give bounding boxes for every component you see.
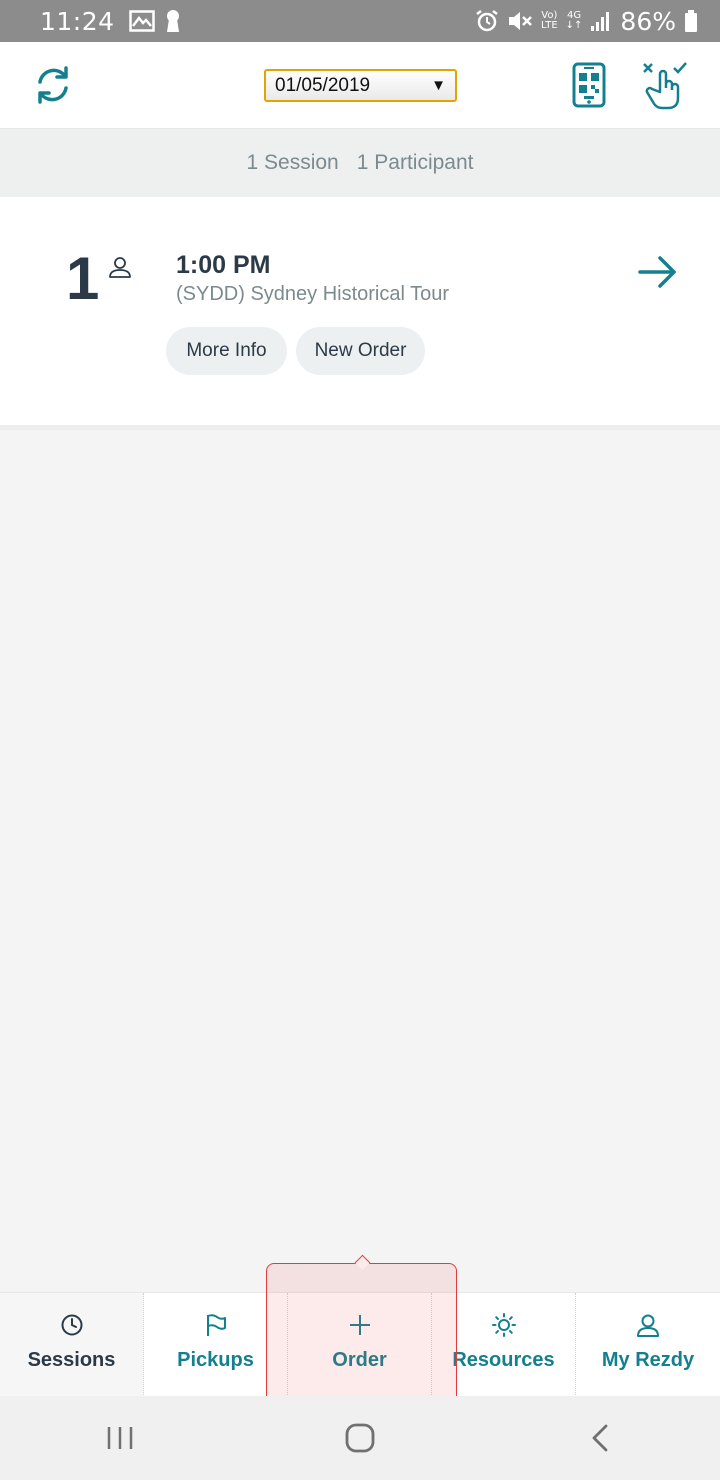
tab-resources-label: Resources xyxy=(452,1349,555,1371)
app-header: 01/05/2019 ▼ xyxy=(0,42,720,129)
participant-count: 1 xyxy=(66,245,100,312)
system-nav-bar xyxy=(0,1396,720,1480)
new-order-button[interactable]: New Order xyxy=(296,327,425,375)
tab-my-rezdy-label: My Rezdy xyxy=(601,1349,695,1371)
status-time: 11:24 xyxy=(40,6,115,36)
user-icon xyxy=(637,1314,659,1337)
home-button[interactable] xyxy=(330,1413,390,1463)
participant-count-summary: 1 Participant xyxy=(356,151,474,174)
bottom-tab-bar: Sessions Pickups Order Resources My Rezd… xyxy=(0,1292,720,1397)
arrow-right-icon[interactable] xyxy=(638,255,678,289)
keyhole-icon xyxy=(166,10,179,32)
back-icon xyxy=(592,1424,608,1452)
session-card[interactable]: 1 1:00 PM (SYDD) Sydney Historical Tour … xyxy=(0,197,720,430)
tab-pickups[interactable]: Pickups xyxy=(144,1293,288,1397)
tab-sessions[interactable]: Sessions xyxy=(0,1293,144,1397)
alarm-icon xyxy=(476,10,498,32)
tab-resources[interactable]: Resources xyxy=(432,1293,576,1397)
status-bar: 11:24 Vo) LTE 4G ↓↑ 86% xyxy=(0,0,720,42)
more-info-button[interactable]: More Info xyxy=(166,327,287,375)
tab-my-rezdy[interactable]: My Rezdy xyxy=(576,1293,720,1397)
clock-icon xyxy=(61,1314,82,1336)
sun-icon xyxy=(491,1313,516,1337)
mute-icon xyxy=(509,12,532,30)
date-select[interactable]: 01/05/2019 ▼ xyxy=(264,69,457,102)
back-button[interactable] xyxy=(570,1413,630,1463)
refresh-icon[interactable] xyxy=(32,64,74,106)
battery-icon xyxy=(685,10,697,32)
network-type-indicator: 4G ↓↑ xyxy=(565,10,583,31)
tab-order[interactable]: Order xyxy=(288,1293,432,1397)
session-count-summary: 1 Session xyxy=(246,151,339,174)
recent-apps-icon xyxy=(107,1427,133,1449)
tab-order-label: Order xyxy=(332,1349,387,1371)
scan-ticket-icon[interactable] xyxy=(572,62,606,108)
gallery-icon xyxy=(128,10,155,32)
session-time: 1:00 PM xyxy=(176,251,271,279)
volte-indicator: Vo) LTE xyxy=(541,10,558,31)
date-value: 01/05/2019 xyxy=(275,74,371,96)
tab-sessions-label: Sessions xyxy=(27,1349,116,1371)
tab-pickups-label: Pickups xyxy=(177,1349,254,1371)
recent-apps-button[interactable] xyxy=(90,1413,150,1463)
session-summary: 1 Session 1 Participant xyxy=(0,129,720,197)
signal-icon xyxy=(591,12,610,31)
check-in-hand-icon[interactable] xyxy=(640,60,688,110)
home-icon xyxy=(345,1423,375,1453)
plus-icon xyxy=(349,1315,370,1335)
flag-icon xyxy=(206,1314,226,1336)
session-product-name: (SYDD) Sydney Historical Tour xyxy=(176,283,450,305)
person-icon xyxy=(109,257,131,278)
battery-percent: 86% xyxy=(620,6,676,36)
chevron-down-icon: ▼ xyxy=(431,77,446,94)
